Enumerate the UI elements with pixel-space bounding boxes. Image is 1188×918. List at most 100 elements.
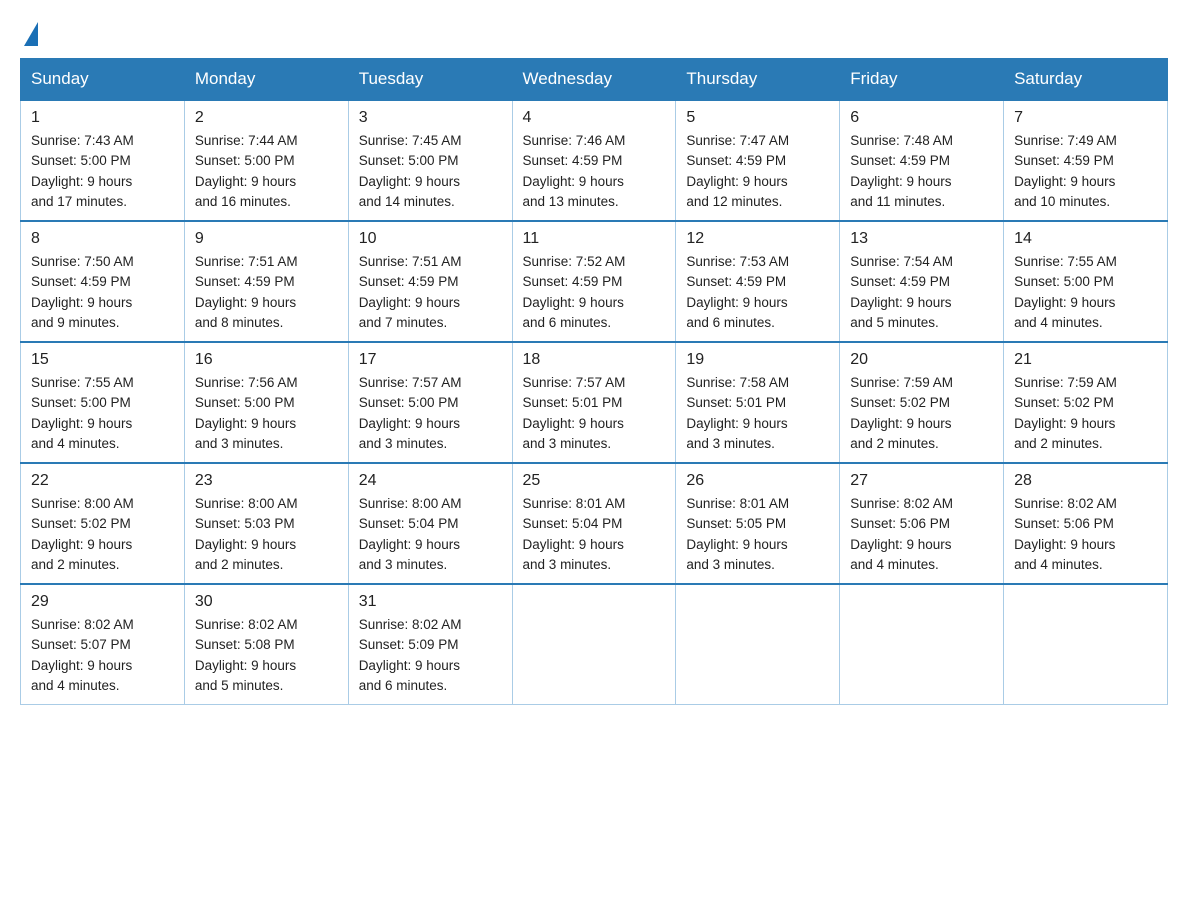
column-header-friday: Friday: [840, 59, 1004, 101]
calendar-cell: 3 Sunrise: 7:45 AMSunset: 5:00 PMDaylight…: [348, 100, 512, 221]
calendar-cell: 22 Sunrise: 8:00 AMSunset: 5:02 PMDayligh…: [21, 463, 185, 584]
calendar-cell: 26 Sunrise: 8:01 AMSunset: 5:05 PMDayligh…: [676, 463, 840, 584]
day-info: Sunrise: 7:52 AMSunset: 4:59 PMDaylight:…: [523, 252, 666, 333]
day-info: Sunrise: 8:02 AMSunset: 5:06 PMDaylight:…: [1014, 494, 1157, 575]
day-number: 5: [686, 109, 829, 127]
day-info: Sunrise: 7:50 AMSunset: 4:59 PMDaylight:…: [31, 252, 174, 333]
day-info: Sunrise: 7:43 AMSunset: 5:00 PMDaylight:…: [31, 131, 174, 212]
calendar-cell: 7 Sunrise: 7:49 AMSunset: 4:59 PMDaylight…: [1004, 100, 1168, 221]
calendar-cell: 2 Sunrise: 7:44 AMSunset: 5:00 PMDaylight…: [184, 100, 348, 221]
day-number: 21: [1014, 351, 1157, 369]
day-number: 14: [1014, 230, 1157, 248]
day-info: Sunrise: 7:47 AMSunset: 4:59 PMDaylight:…: [686, 131, 829, 212]
calendar-cell: 14Sunrise: 7:55 AMSunset: 5:00 PMDayligh…: [1004, 221, 1168, 342]
day-info: Sunrise: 7:59 AMSunset: 5:02 PMDaylight:…: [850, 373, 993, 454]
calendar-cell: 11 Sunrise: 7:52 AMSunset: 4:59 PMDayligh…: [512, 221, 676, 342]
calendar-cell: 6 Sunrise: 7:48 AMSunset: 4:59 PMDaylight…: [840, 100, 1004, 221]
day-number: 12: [686, 230, 829, 248]
day-info: Sunrise: 8:01 AMSunset: 5:04 PMDaylight:…: [523, 494, 666, 575]
day-number: 4: [523, 109, 666, 127]
day-number: 2: [195, 109, 338, 127]
day-number: 25: [523, 472, 666, 490]
day-number: 20: [850, 351, 993, 369]
day-number: 16: [195, 351, 338, 369]
day-number: 13: [850, 230, 993, 248]
calendar-cell: 1Sunrise: 7:43 AMSunset: 5:00 PMDaylight…: [21, 100, 185, 221]
column-header-thursday: Thursday: [676, 59, 840, 101]
day-info: Sunrise: 8:00 AMSunset: 5:02 PMDaylight:…: [31, 494, 174, 575]
day-info: Sunrise: 7:51 AMSunset: 4:59 PMDaylight:…: [359, 252, 502, 333]
day-number: 27: [850, 472, 993, 490]
day-info: Sunrise: 7:45 AMSunset: 5:00 PMDaylight:…: [359, 131, 502, 212]
day-number: 29: [31, 593, 174, 611]
column-header-monday: Monday: [184, 59, 348, 101]
day-info: Sunrise: 7:55 AMSunset: 5:00 PMDaylight:…: [31, 373, 174, 454]
day-number: 23: [195, 472, 338, 490]
calendar-cell: [840, 584, 1004, 705]
day-info: Sunrise: 8:00 AMSunset: 5:03 PMDaylight:…: [195, 494, 338, 575]
calendar-cell: 25 Sunrise: 8:01 AMSunset: 5:04 PMDayligh…: [512, 463, 676, 584]
calendar-cell: 27 Sunrise: 8:02 AMSunset: 5:06 PMDayligh…: [840, 463, 1004, 584]
calendar-cell: 10 Sunrise: 7:51 AMSunset: 4:59 PMDayligh…: [348, 221, 512, 342]
day-number: 7: [1014, 109, 1157, 127]
day-info: Sunrise: 8:01 AMSunset: 5:05 PMDaylight:…: [686, 494, 829, 575]
day-number: 22: [31, 472, 174, 490]
day-number: 30: [195, 593, 338, 611]
calendar-cell: 21 Sunrise: 7:59 AMSunset: 5:02 PMDayligh…: [1004, 342, 1168, 463]
day-info: Sunrise: 7:57 AMSunset: 5:01 PMDaylight:…: [523, 373, 666, 454]
calendar-cell: 17Sunrise: 7:57 AMSunset: 5:00 PMDayligh…: [348, 342, 512, 463]
day-info: Sunrise: 7:59 AMSunset: 5:02 PMDaylight:…: [1014, 373, 1157, 454]
calendar-cell: 30 Sunrise: 8:02 AMSunset: 5:08 PMDayligh…: [184, 584, 348, 705]
day-number: 18: [523, 351, 666, 369]
calendar-cell: 8 Sunrise: 7:50 AMSunset: 4:59 PMDaylight…: [21, 221, 185, 342]
calendar-cell: 5 Sunrise: 7:47 AMSunset: 4:59 PMDaylight…: [676, 100, 840, 221]
calendar-cell: [512, 584, 676, 705]
day-info: Sunrise: 8:02 AMSunset: 5:09 PMDaylight:…: [359, 615, 502, 696]
day-info: Sunrise: 8:02 AMSunset: 5:08 PMDaylight:…: [195, 615, 338, 696]
day-number: 3: [359, 109, 502, 127]
calendar-cell: 15 Sunrise: 7:55 AMSunset: 5:00 PMDayligh…: [21, 342, 185, 463]
calendar-cell: [1004, 584, 1168, 705]
day-info: Sunrise: 7:44 AMSunset: 5:00 PMDaylight:…: [195, 131, 338, 212]
calendar-cell: 19Sunrise: 7:58 AMSunset: 5:01 PMDayligh…: [676, 342, 840, 463]
day-info: Sunrise: 7:48 AMSunset: 4:59 PMDaylight:…: [850, 131, 993, 212]
day-number: 24: [359, 472, 502, 490]
day-info: Sunrise: 7:49 AMSunset: 4:59 PMDaylight:…: [1014, 131, 1157, 212]
calendar-week-row: 15 Sunrise: 7:55 AMSunset: 5:00 PMDayligh…: [21, 342, 1168, 463]
calendar-cell: 28Sunrise: 8:02 AMSunset: 5:06 PMDayligh…: [1004, 463, 1168, 584]
calendar-week-row: 1Sunrise: 7:43 AMSunset: 5:00 PMDaylight…: [21, 100, 1168, 221]
day-number: 8: [31, 230, 174, 248]
calendar-cell: 16Sunrise: 7:56 AMSunset: 5:00 PMDayligh…: [184, 342, 348, 463]
calendar-week-row: 22 Sunrise: 8:00 AMSunset: 5:02 PMDayligh…: [21, 463, 1168, 584]
calendar-cell: 24 Sunrise: 8:00 AMSunset: 5:04 PMDayligh…: [348, 463, 512, 584]
calendar-cell: 9Sunrise: 7:51 AMSunset: 4:59 PMDaylight…: [184, 221, 348, 342]
day-info: Sunrise: 8:02 AMSunset: 5:06 PMDaylight:…: [850, 494, 993, 575]
calendar-header-row: SundayMondayTuesdayWednesdayThursdayFrid…: [21, 59, 1168, 101]
column-header-tuesday: Tuesday: [348, 59, 512, 101]
calendar-cell: 18 Sunrise: 7:57 AMSunset: 5:01 PMDayligh…: [512, 342, 676, 463]
calendar-week-row: 8 Sunrise: 7:50 AMSunset: 4:59 PMDaylight…: [21, 221, 1168, 342]
calendar-cell: 31 Sunrise: 8:02 AMSunset: 5:09 PMDayligh…: [348, 584, 512, 705]
day-info: Sunrise: 8:00 AMSunset: 5:04 PMDaylight:…: [359, 494, 502, 575]
calendar-cell: 29Sunrise: 8:02 AMSunset: 5:07 PMDayligh…: [21, 584, 185, 705]
calendar-cell: 13 Sunrise: 7:54 AMSunset: 4:59 PMDayligh…: [840, 221, 1004, 342]
column-header-saturday: Saturday: [1004, 59, 1168, 101]
day-number: 31: [359, 593, 502, 611]
day-number: 26: [686, 472, 829, 490]
day-info: Sunrise: 7:51 AMSunset: 4:59 PMDaylight:…: [195, 252, 338, 333]
calendar-table: SundayMondayTuesdayWednesdayThursdayFrid…: [20, 58, 1168, 705]
day-info: Sunrise: 7:54 AMSunset: 4:59 PMDaylight:…: [850, 252, 993, 333]
day-number: 11: [523, 230, 666, 248]
column-header-sunday: Sunday: [21, 59, 185, 101]
day-number: 17: [359, 351, 502, 369]
calendar-cell: 12 Sunrise: 7:53 AMSunset: 4:59 PMDayligh…: [676, 221, 840, 342]
day-info: Sunrise: 7:53 AMSunset: 4:59 PMDaylight:…: [686, 252, 829, 333]
calendar-cell: 20 Sunrise: 7:59 AMSunset: 5:02 PMDayligh…: [840, 342, 1004, 463]
day-info: Sunrise: 7:46 AMSunset: 4:59 PMDaylight:…: [523, 131, 666, 212]
calendar-cell: 4 Sunrise: 7:46 AMSunset: 4:59 PMDaylight…: [512, 100, 676, 221]
day-number: 10: [359, 230, 502, 248]
calendar-cell: [676, 584, 840, 705]
logo-triangle-icon: [24, 22, 38, 46]
day-number: 6: [850, 109, 993, 127]
day-number: 15: [31, 351, 174, 369]
